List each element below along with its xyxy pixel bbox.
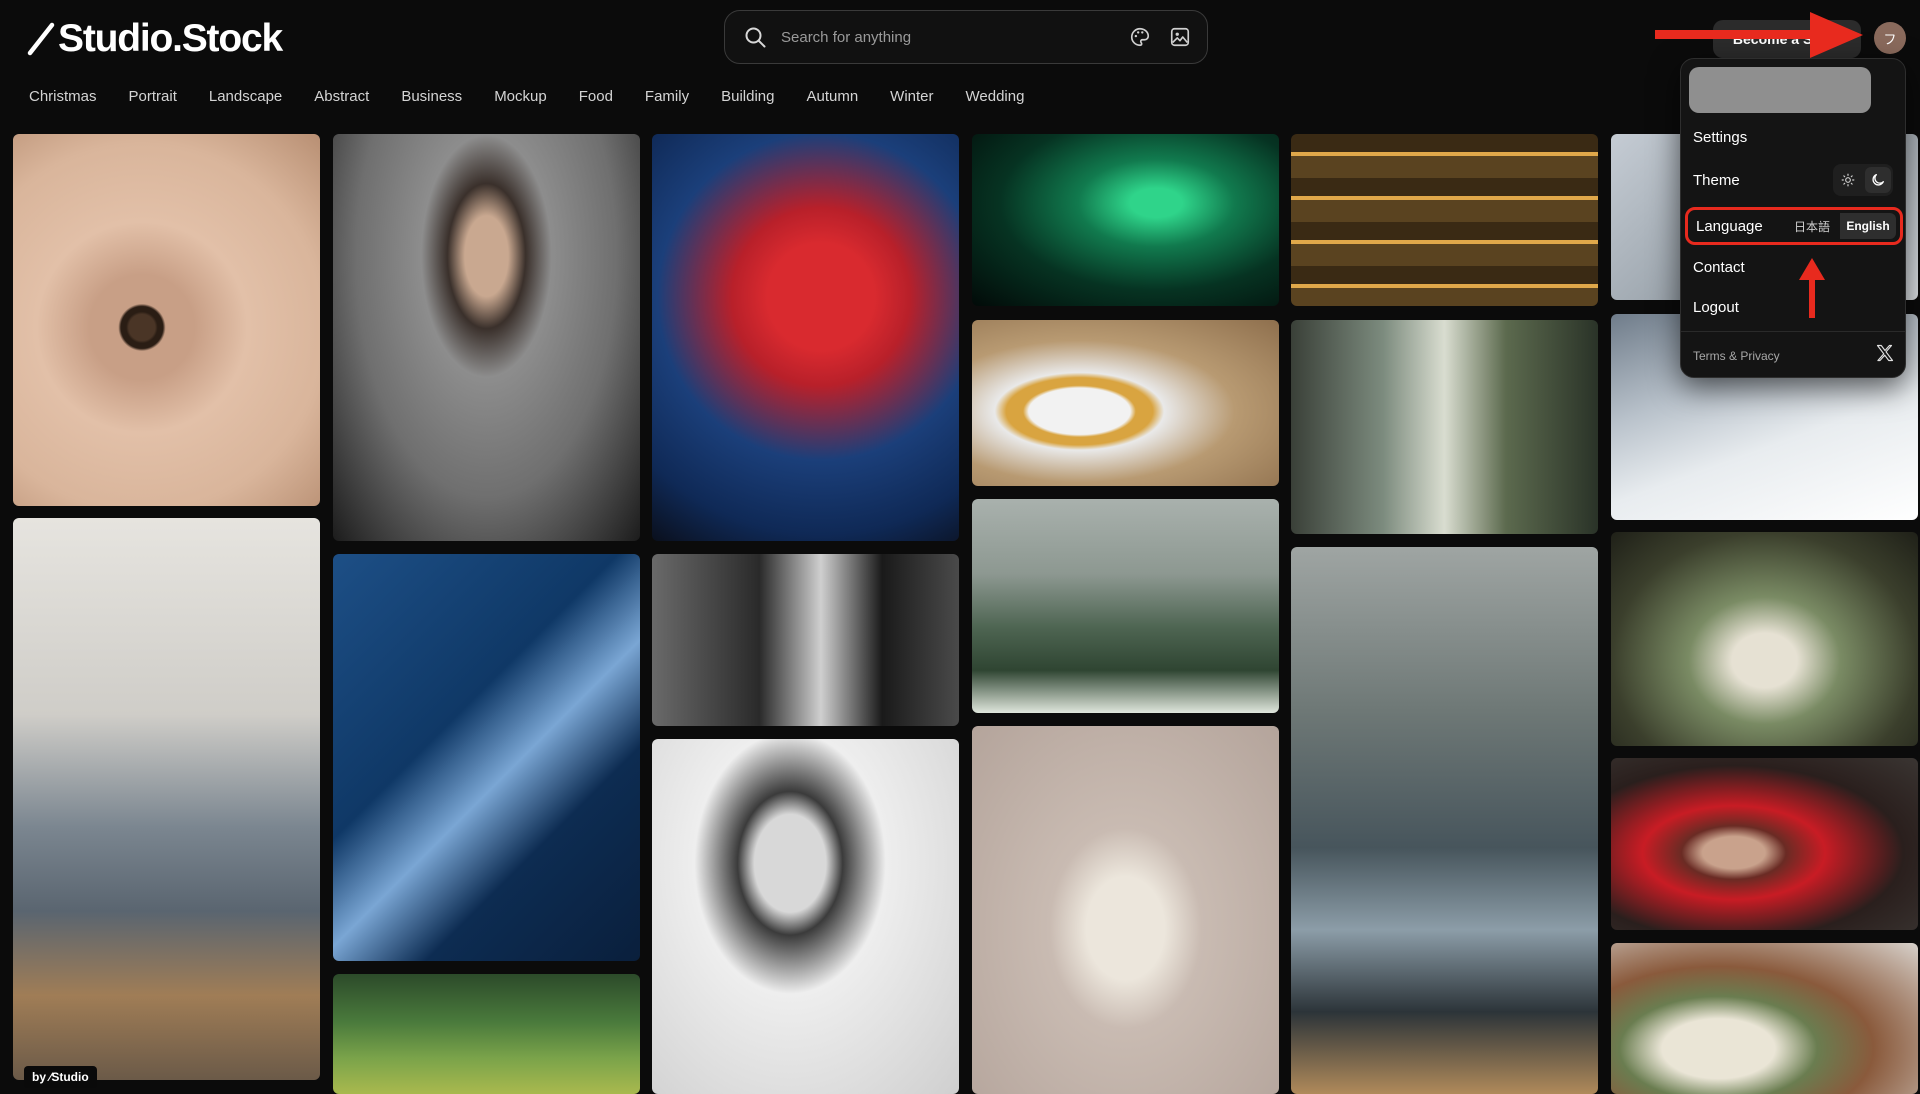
photo-woman-laughing-bw[interactable] xyxy=(652,739,959,1094)
photo-woman-bw-profile[interactable] xyxy=(652,554,959,726)
photo-flower-shop[interactable] xyxy=(1291,320,1598,534)
palette-icon xyxy=(1131,27,1150,47)
category-bar: Christmas Portrait Landscape Abstract Bu… xyxy=(29,88,1056,105)
avatar[interactable]: フ xyxy=(1874,22,1906,54)
slash-logo-icon xyxy=(27,22,55,56)
search-bar xyxy=(724,10,1208,64)
language-switch: 日本語 English xyxy=(1784,213,1896,239)
by-studio-badge: by ⁄Studio xyxy=(24,1066,97,1088)
user-profile-box[interactable] xyxy=(1689,67,1871,113)
photo-tempura-food[interactable] xyxy=(972,320,1279,486)
palette-search-button[interactable] xyxy=(1127,24,1153,50)
search-icon xyxy=(745,27,766,48)
photo-warehouse-worker[interactable] xyxy=(13,518,320,1080)
photo-woman-white-outfit[interactable] xyxy=(972,726,1279,1094)
category-portrait[interactable]: Portrait xyxy=(129,88,177,105)
category-mockup[interactable]: Mockup xyxy=(494,88,547,105)
theme-toggle[interactable] xyxy=(1833,164,1893,196)
category-building[interactable]: Building xyxy=(721,88,774,105)
red-arrow-up-icon xyxy=(1799,258,1825,318)
language-option-japanese[interactable]: 日本語 xyxy=(1784,213,1840,239)
menu-divider xyxy=(1681,331,1905,332)
photo-red-maple[interactable] xyxy=(652,134,959,541)
x-social-icon[interactable] xyxy=(1875,343,1895,363)
logo[interactable]: Studio.Stock xyxy=(26,14,283,64)
search-input[interactable] xyxy=(781,28,1113,46)
category-christmas[interactable]: Christmas xyxy=(29,88,97,105)
user-menu-dropdown: Settings Theme Language 日本語 English Cont… xyxy=(1680,58,1906,378)
photo-portrait-man-blue[interactable] xyxy=(333,554,640,961)
menu-contact[interactable]: Contact xyxy=(1693,259,1745,276)
photo-florist-arranging[interactable] xyxy=(1611,532,1918,746)
moon-icon xyxy=(1872,174,1884,186)
theme-dark-option[interactable] xyxy=(1865,167,1891,193)
category-family[interactable]: Family xyxy=(645,88,689,105)
menu-settings[interactable]: Settings xyxy=(1693,129,1747,146)
menu-language-label: Language xyxy=(1696,218,1763,235)
menu-logout[interactable]: Logout xyxy=(1693,299,1739,316)
category-landscape[interactable]: Landscape xyxy=(209,88,282,105)
terms-privacy-link[interactable]: Terms & Privacy xyxy=(1693,349,1780,363)
photo-bookshelf-woman[interactable] xyxy=(1291,134,1598,306)
photo-eye-closeup[interactable] xyxy=(13,134,320,506)
image-icon xyxy=(1170,27,1190,47)
photo-green-abstract-smoke[interactable] xyxy=(972,134,1279,306)
category-abstract[interactable]: Abstract xyxy=(314,88,369,105)
app-root: Studio.Stock Become a Seller フ xyxy=(0,0,1920,1094)
category-food[interactable]: Food xyxy=(579,88,613,105)
photo-woman-flower-field[interactable] xyxy=(972,499,1279,713)
category-wedding[interactable]: Wedding xyxy=(966,88,1025,105)
category-winter[interactable]: Winter xyxy=(890,88,933,105)
red-arrow-right-icon xyxy=(1655,12,1863,58)
language-option-english[interactable]: English xyxy=(1840,213,1896,239)
menu-theme-label: Theme xyxy=(1693,172,1740,189)
photo-bouquet-hair[interactable] xyxy=(1611,943,1918,1094)
photo-meadow-green[interactable] xyxy=(333,974,640,1094)
image-search-button[interactable] xyxy=(1167,24,1193,50)
category-business[interactable]: Business xyxy=(401,88,462,105)
category-autumn[interactable]: Autumn xyxy=(806,88,858,105)
photo-woman-red-kimono[interactable] xyxy=(1611,758,1918,930)
photo-portrait-woman-black[interactable] xyxy=(333,134,640,541)
sun-icon xyxy=(1841,173,1855,187)
logo-text: Studio.Stock xyxy=(58,17,283,60)
photo-delivery-driver[interactable] xyxy=(1291,547,1598,1094)
theme-light-option[interactable] xyxy=(1835,167,1861,193)
language-row-highlight: Language 日本語 English xyxy=(1685,207,1903,245)
